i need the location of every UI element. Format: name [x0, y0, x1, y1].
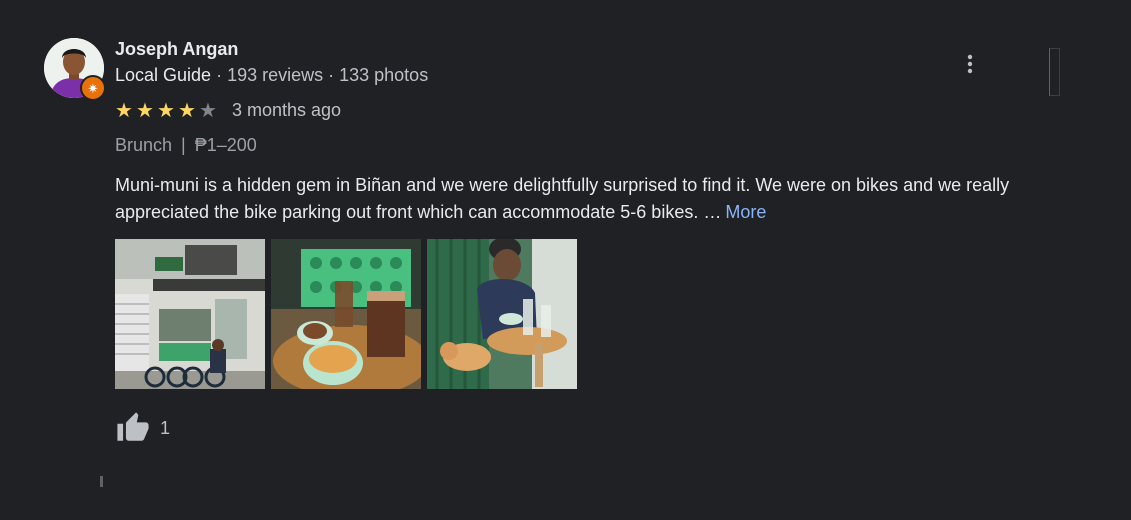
tag-separator: |: [181, 135, 186, 155]
review-date: 3 months ago: [232, 99, 342, 120]
like-button[interactable]: [115, 410, 151, 446]
thumbs-up-icon: [117, 412, 149, 441]
more-vert-icon: [967, 54, 973, 74]
review-photo-storefront[interactable]: [115, 239, 265, 389]
reviewer-name[interactable]: Joseph Angan: [115, 39, 238, 60]
local-guide-star-icon: ✷: [80, 75, 106, 101]
like-row: 1: [115, 410, 170, 446]
like-count: 1: [160, 417, 171, 438]
star-filled-icon: ★: [115, 98, 133, 122]
review-photos: [115, 239, 583, 389]
review-body: Muni-muni is a hidden gem in Biñan and w…: [115, 175, 1010, 222]
star-rating: ★ ★ ★ ★ ★: [115, 100, 220, 120]
more-link[interactable]: More: [725, 202, 766, 222]
reviewer-meta[interactable]: Local Guide · 193 reviews · 133 photos: [115, 65, 428, 86]
cat-photo-image: [427, 239, 577, 389]
review-photo-coffee[interactable]: [271, 239, 421, 389]
star-filled-icon: ★: [157, 98, 175, 122]
reviewer-stats: · 193 reviews · 133 photos: [211, 65, 429, 85]
review-tags: Brunch | ₱1–200: [115, 135, 257, 156]
reviewer-level: Local Guide: [115, 65, 212, 85]
more-options-button[interactable]: [955, 49, 985, 79]
star-filled-icon: ★: [178, 98, 196, 122]
divider-mark: [100, 476, 103, 487]
rating-row: ★ ★ ★ ★ ★ 3 months ago: [115, 99, 341, 121]
star-empty-icon: ★: [199, 98, 217, 122]
meal-tag: Brunch: [115, 135, 173, 155]
review-text: Muni-muni is a hidden gem in Biñan and w…: [115, 172, 1035, 226]
scrollbar[interactable]: [1049, 48, 1060, 96]
price-tag: ₱1–200: [194, 135, 257, 155]
star-filled-icon: ★: [136, 98, 154, 122]
coffee-photo-image: [271, 239, 421, 389]
storefront-photo-image: [115, 239, 265, 389]
review-photo-cat[interactable]: [427, 239, 577, 389]
